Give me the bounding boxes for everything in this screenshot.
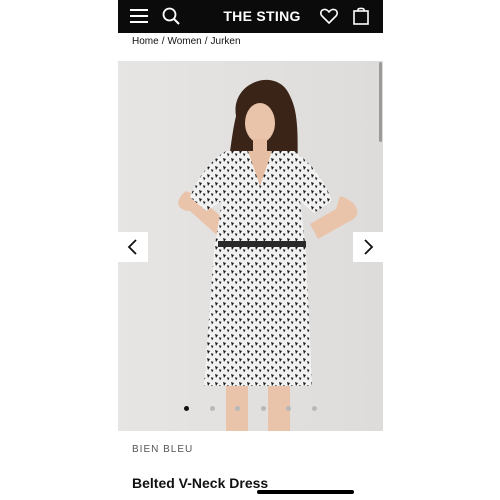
- carousel-dot[interactable]: [286, 406, 291, 411]
- carousel-dot[interactable]: [184, 406, 189, 411]
- heart-icon[interactable]: [318, 5, 340, 27]
- chevron-left-icon: [127, 239, 137, 255]
- breadcrumb-home[interactable]: Home: [132, 36, 159, 47]
- breadcrumb-jurken[interactable]: Jurken: [211, 36, 241, 47]
- menu-icon[interactable]: [128, 5, 150, 27]
- previous-image-button[interactable]: [118, 232, 148, 262]
- carousel-dots: [118, 406, 383, 414]
- breadcrumb-separator: /: [161, 35, 165, 47]
- breadcrumb-separator: /: [204, 35, 208, 47]
- top-bar: THE STING: [118, 0, 383, 33]
- breadcrumb: Home / Women / Jurken: [132, 34, 241, 48]
- product-title: Belted V-Neck Dress: [132, 475, 269, 491]
- scrollbar[interactable]: [379, 62, 382, 142]
- carousel-dot[interactable]: [260, 406, 266, 411]
- home-indicator: [257, 490, 354, 494]
- app-screen: THE STING Home / Women / Jurken BIEN BLE…: [118, 0, 383, 500]
- product-image: [118, 61, 383, 431]
- product-image-gallery[interactable]: [118, 61, 383, 431]
- bag-icon[interactable]: [350, 5, 372, 27]
- carousel-dot[interactable]: [235, 406, 240, 411]
- carousel-dot[interactable]: [209, 406, 215, 411]
- product-brand[interactable]: BIEN BLEU: [132, 444, 193, 455]
- chevron-right-icon: [364, 239, 374, 255]
- search-icon[interactable]: [160, 5, 182, 27]
- carousel-dot[interactable]: [311, 406, 317, 411]
- brand-logo[interactable]: THE STING: [196, 0, 328, 33]
- breadcrumb-women[interactable]: Women: [167, 36, 201, 47]
- next-image-button[interactable]: [353, 232, 383, 262]
